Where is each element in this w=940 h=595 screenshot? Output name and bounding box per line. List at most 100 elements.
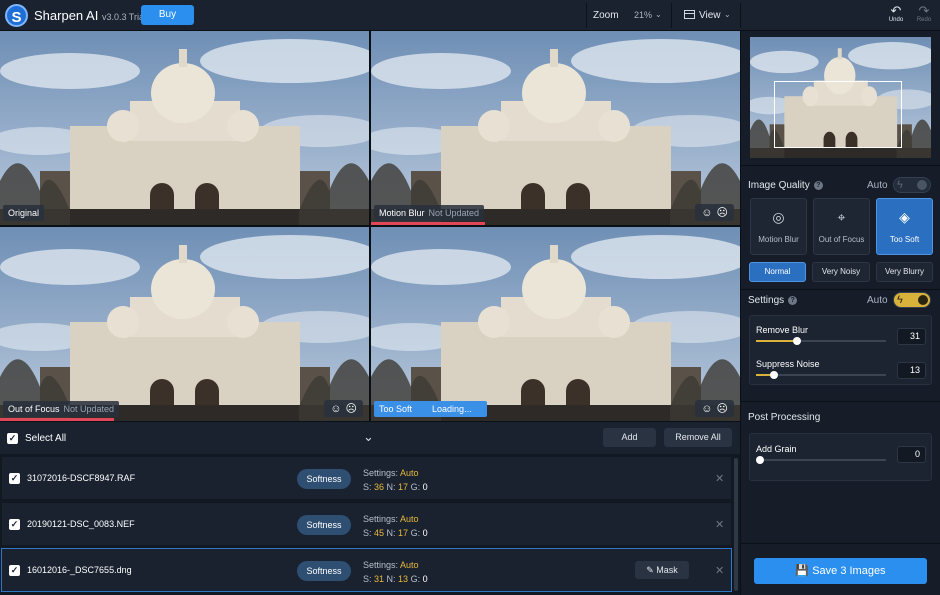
settings-values: S: 36 N: 17 G: 0 [363, 482, 428, 492]
file-row[interactable]: ✓ 31072016-DSCF8947.RAF Softness Setting… [1, 456, 732, 500]
settings-label: Settings: [363, 560, 399, 570]
model-badge[interactable]: Softness [297, 561, 351, 581]
rating-buttons: ☺ ☹ [695, 400, 734, 417]
save-button[interactable]: 💾 Save 3 Images [754, 558, 927, 584]
happy-face-icon[interactable]: ☺ [330, 403, 341, 415]
noise-level-normal[interactable]: Normal [749, 262, 806, 282]
undo-icon: ↶ [890, 3, 902, 18]
model-out-of-focus-button[interactable]: ⌖ Out of Focus [813, 198, 870, 255]
remove-all-button[interactable]: Remove All [664, 428, 732, 447]
post-processing-title: Post Processing [748, 412, 821, 423]
zoom-dropdown[interactable]: 21% [634, 10, 652, 20]
happy-face-icon[interactable]: ☺ [701, 403, 712, 415]
navigator-thumbnail[interactable] [750, 37, 931, 158]
model-badge[interactable]: Softness [297, 469, 351, 489]
soft-icon: ◈ [899, 209, 910, 225]
help-icon[interactable]: ? [813, 181, 823, 190]
preview-status: Loading... [432, 404, 472, 414]
preview-original[interactable]: Original [0, 31, 369, 225]
cathedral-photo [371, 31, 740, 225]
view-dropdown[interactable]: View [699, 10, 721, 21]
settings-title: Settings [748, 295, 785, 306]
buy-button[interactable]: Buy [141, 5, 194, 25]
sharpen-value: 31 [374, 574, 385, 584]
file-row-selected[interactable]: ✓ 16012016-_DSC7655.dng Softness Setting… [1, 548, 732, 592]
suppress-noise-slider[interactable] [756, 371, 886, 379]
image-quality-auto-toggle[interactable]: ϟ [893, 177, 931, 193]
divider [586, 3, 587, 28]
sad-face-icon[interactable]: ☹ [717, 207, 728, 219]
app-logo-icon: S [5, 4, 28, 27]
undo-button[interactable]: ↶ Undo [885, 4, 907, 23]
chevron-down-icon[interactable]: ⌄ [655, 10, 662, 19]
chevron-down-icon[interactable]: ⌄ [363, 429, 374, 445]
settings-summary: Settings: Auto [363, 560, 419, 570]
file-list-scrollbar[interactable] [734, 458, 738, 591]
sad-face-icon[interactable]: ☹ [717, 403, 728, 415]
mask-button[interactable]: ✎ Mask [635, 561, 689, 579]
file-name: 20190121-DSC_0083.NEF [27, 519, 135, 529]
happy-face-icon[interactable]: ☺ [701, 207, 712, 219]
sharpen-value: 45 [374, 528, 385, 538]
settings-panel: Image Quality? Auto ϟ ◎ Motion Blur ⌖ Ou… [740, 31, 940, 595]
remove-file-icon[interactable]: ✕ [715, 472, 724, 485]
divider [741, 289, 940, 290]
model-motion-blur-button[interactable]: ◎ Motion Blur [750, 198, 807, 255]
preview-model-name: Motion Blur [379, 208, 425, 218]
settings-mode: Auto [400, 468, 419, 478]
settings-summary: Settings: Auto [363, 468, 419, 478]
help-icon[interactable]: ? [788, 296, 798, 305]
view-layout-icon[interactable] [684, 10, 695, 19]
file-row[interactable]: ✓ 20190121-DSC_0083.NEF Softness Setting… [1, 502, 732, 546]
preview-motion-blur[interactable]: Motion Blur Not Updated ☺ ☹ [371, 31, 740, 225]
preview-status: Not Updated [63, 404, 115, 414]
file-checkbox[interactable]: ✓ [9, 519, 20, 530]
remove-file-icon[interactable]: ✕ [715, 564, 724, 577]
noise-value: 13 [398, 574, 409, 584]
remove-file-icon[interactable]: ✕ [715, 518, 724, 531]
cathedral-photo [371, 227, 740, 421]
settings-mode: Auto [400, 560, 419, 570]
suppress-noise-input[interactable]: 13 [897, 362, 926, 379]
sad-face-icon[interactable]: ☹ [346, 403, 357, 415]
redo-button[interactable]: ↷ Redo [913, 4, 935, 23]
add-grain-slider[interactable] [756, 456, 886, 464]
suppress-noise-handle[interactable] [770, 371, 778, 379]
settings-mode: Auto [400, 514, 419, 524]
add-grain-handle[interactable] [756, 456, 764, 464]
preview-too-soft[interactable]: Too Soft Loading... ☺ ☹ [371, 227, 740, 421]
add-button[interactable]: Add [603, 428, 656, 447]
preview-progress-bar [371, 222, 486, 225]
remove-blur-slider[interactable] [756, 337, 886, 345]
settings-label: Settings: [363, 468, 399, 478]
navigator-viewport[interactable] [774, 81, 902, 148]
divider [741, 165, 940, 166]
preview-out-of-focus[interactable]: Out of Focus Not Updated ☺ ☹ [0, 227, 369, 421]
chevron-down-icon[interactable]: ⌄ [724, 10, 731, 19]
preview-grid: Original Motion Blur Not Updated ☺ ☹ Out of… [0, 31, 740, 421]
redo-label: Redo [916, 17, 932, 23]
image-quality-title: Image Quality [748, 180, 810, 191]
noise-level-very-blurry[interactable]: Very Blurry [876, 262, 933, 282]
noise-level-very-noisy[interactable]: Very Noisy [812, 262, 870, 282]
file-checkbox[interactable]: ✓ [9, 565, 20, 576]
grain-slider-card: Add Grain 0 [749, 433, 932, 481]
model-too-soft-button[interactable]: ◈ Too Soft [876, 198, 933, 255]
cathedral-photo [0, 227, 369, 421]
select-all-label: Select All [25, 433, 67, 444]
remove-blur-input[interactable]: 31 [897, 328, 926, 345]
file-name: 31072016-DSCF8947.RAF [27, 473, 136, 483]
brush-icon: ✎ [646, 565, 654, 575]
add-grain-label: Add Grain [756, 444, 797, 454]
remove-blur-handle[interactable] [793, 337, 801, 345]
mask-label: Mask [656, 565, 678, 575]
settings-auto-label: Auto [867, 295, 888, 306]
select-all-checkbox[interactable]: ✓ [7, 433, 18, 444]
sharpen-value: 36 [374, 482, 385, 492]
model-badge[interactable]: Softness [297, 515, 351, 535]
add-grain-input[interactable]: 0 [897, 446, 926, 463]
save-label: Save 3 Images [812, 565, 886, 577]
settings-auto-toggle[interactable]: ϟ [893, 292, 931, 308]
file-checkbox[interactable]: ✓ [9, 473, 20, 484]
remove-blur-label: Remove Blur [756, 325, 809, 335]
